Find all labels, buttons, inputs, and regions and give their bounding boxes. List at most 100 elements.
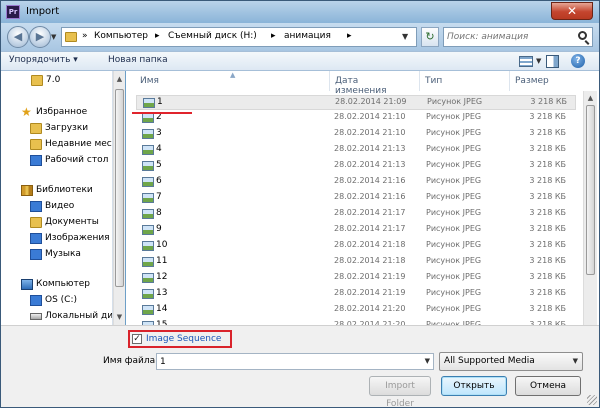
file-size: 3 218 КБ [529, 144, 566, 153]
nav-item-label: Компьютер [36, 279, 90, 289]
nav-item-label: Загрузки [45, 123, 89, 133]
file-date: 28.02.2014 21:10 [334, 128, 406, 137]
file-name: 7 [156, 192, 162, 202]
scroll-up-icon[interactable]: ▲ [585, 92, 596, 104]
nav-item-video[interactable]: Видео [1, 199, 112, 215]
file-name: 10 [156, 240, 168, 250]
file-row[interactable]: 2 28.02.2014 21:10 Рисунок JPEG 3 218 КБ [136, 111, 576, 126]
music-icon [30, 249, 42, 260]
nav-item-label: Музыка [45, 249, 81, 259]
nav-item-pictures[interactable]: Изображения [1, 231, 112, 247]
close-button[interactable]: ✕ [551, 2, 593, 20]
resize-grip-icon[interactable] [587, 395, 597, 405]
file-date: 28.02.2014 21:16 [334, 192, 406, 201]
column-divider[interactable] [509, 71, 510, 91]
file-row[interactable]: 12 28.02.2014 21:19 Рисунок JPEG 3 218 КБ [136, 271, 576, 286]
file-type: Рисунок JPEG [426, 176, 482, 185]
file-row[interactable]: 6 28.02.2014 21:16 Рисунок JPEG 3 218 КБ [136, 175, 576, 190]
nav-item-label: Видео [45, 201, 75, 211]
file-type: Рисунок JPEG [426, 128, 482, 137]
nav-item-favorites[interactable]: ★ Избранное [1, 105, 112, 121]
refresh-button[interactable]: ↻ [421, 27, 439, 47]
file-row[interactable]: 1 28.02.2014 21:09 Рисунок JPEG 3 218 КБ [136, 95, 576, 110]
recent-locations-dropdown[interactable]: ▼ [51, 33, 56, 41]
scroll-up-icon[interactable]: ▲ [114, 73, 125, 85]
file-type-filter[interactable]: All Supported Media ▼ [439, 352, 583, 371]
video-icon [30, 201, 42, 212]
os-drive-icon [30, 295, 42, 306]
scrollbar-thumb[interactable] [115, 89, 124, 287]
nav-item-7-0[interactable]: 7.0 [1, 73, 112, 89]
file-size: 3 218 КБ [529, 112, 566, 121]
file-row[interactable]: 8 28.02.2014 21:17 Рисунок JPEG 3 218 КБ [136, 207, 576, 222]
image-sequence-checkbox[interactable]: ✓ [132, 334, 142, 344]
breadcrumb-drive[interactable]: Съемный диск (H:) [168, 31, 257, 41]
forward-button[interactable]: ▶ [29, 26, 51, 48]
file-row[interactable]: 3 28.02.2014 21:10 Рисунок JPEG 3 218 КБ [136, 127, 576, 142]
open-button[interactable]: Открыть [441, 376, 507, 396]
view-dropdown-icon[interactable]: ▼ [536, 57, 541, 65]
nav-item-label: Рабочий стол [45, 155, 109, 165]
nav-item-computer[interactable]: Компьютер [1, 277, 112, 293]
breadcrumb-sep-icon[interactable]: » [82, 31, 88, 41]
nav-item-label: 7.0 [46, 75, 61, 85]
filename-dropdown-icon[interactable]: ▼ [425, 357, 430, 365]
file-name: 11 [156, 256, 168, 266]
nav-pane-scrollbar[interactable]: ▲ ▼ [113, 71, 125, 325]
cancel-button[interactable]: Отмена [515, 376, 581, 396]
nav-item-desktop[interactable]: Рабочий стол [1, 153, 112, 169]
back-button[interactable]: ◀ [7, 26, 29, 48]
column-divider[interactable] [329, 71, 330, 91]
column-label: Тип [425, 76, 443, 86]
address-bar[interactable]: » Компьютер ▸ Съемный диск (H:) ▸ анимац… [61, 27, 417, 47]
file-row[interactable]: 11 28.02.2014 21:18 Рисунок JPEG 3 218 КБ [136, 255, 576, 270]
nav-item-local-disk[interactable]: Локальный диск [1, 309, 112, 325]
file-date: 28.02.2014 21:17 [334, 224, 406, 233]
file-row[interactable]: 14 28.02.2014 21:20 Рисунок JPEG 3 218 КБ [136, 303, 576, 318]
scrollbar-thumb[interactable] [586, 105, 595, 275]
column-divider[interactable] [419, 71, 420, 91]
breadcrumb-folder[interactable]: анимация [284, 31, 331, 41]
pictures-icon [30, 233, 42, 244]
nav-item-label: Недавние места [45, 139, 112, 149]
image-sequence-label[interactable]: Image Sequence [146, 334, 221, 344]
image-sequence-highlight: ✓ Image Sequence [128, 330, 232, 348]
nav-item-music[interactable]: Музыка [1, 247, 112, 263]
breadcrumb-sep[interactable]: ▸ [347, 31, 352, 41]
file-date: 28.02.2014 21:17 [334, 208, 406, 217]
file-list-scrollbar[interactable]: ▲ [583, 91, 597, 325]
breadcrumb-computer[interactable]: Компьютер [94, 31, 148, 41]
search-box[interactable] [443, 27, 593, 47]
search-input[interactable] [447, 30, 571, 44]
file-row[interactable]: 10 28.02.2014 21:18 Рисунок JPEG 3 218 КБ [136, 239, 576, 254]
breadcrumb-sep[interactable]: ▸ [271, 31, 276, 41]
file-row[interactable]: 13 28.02.2014 21:19 Рисунок JPEG 3 218 КБ [136, 287, 576, 302]
filename-input[interactable] [160, 355, 410, 368]
address-dropdown-icon[interactable]: ▼ [402, 32, 408, 41]
file-date: 28.02.2014 21:10 [334, 112, 406, 121]
nav-item-documents[interactable]: Документы [1, 215, 112, 231]
import-folder-button[interactable]: Import Folder [369, 376, 431, 409]
scroll-down-icon[interactable]: ▼ [114, 311, 125, 323]
organize-menu[interactable]: Упорядочить ▾ [9, 55, 78, 65]
nav-item-libraries[interactable]: Библиотеки [1, 183, 112, 199]
nav-item-recent-places[interactable]: Недавние места [1, 137, 112, 153]
dialog-footer: ✓ Image Sequence Имя файла: ▼ All Suppor… [1, 325, 599, 409]
new-folder-button[interactable]: Новая папка [108, 55, 168, 65]
jpeg-file-icon [142, 177, 154, 187]
file-type: Рисунок JPEG [426, 192, 482, 201]
nav-item-os-c[interactable]: OS (C:) [1, 293, 112, 309]
title-bar[interactable]: Pr Import ✕ [1, 1, 599, 23]
file-row[interactable]: 4 28.02.2014 21:13 Рисунок JPEG 3 218 КБ [136, 143, 576, 158]
help-icon[interactable]: ? [571, 54, 585, 68]
preview-pane-icon[interactable] [546, 55, 559, 68]
file-row[interactable]: 9 28.02.2014 21:17 Рисунок JPEG 3 218 КБ [136, 223, 576, 238]
view-options-icon[interactable] [519, 56, 533, 67]
file-row[interactable]: 5 28.02.2014 21:13 Рисунок JPEG 3 218 КБ [136, 159, 576, 174]
filename-field[interactable]: ▼ [156, 353, 434, 370]
nav-item-downloads[interactable]: Загрузки [1, 121, 112, 137]
file-row[interactable]: 7 28.02.2014 21:16 Рисунок JPEG 3 218 КБ [136, 191, 576, 206]
breadcrumb-sep[interactable]: ▸ [155, 31, 160, 41]
file-size: 3 218 КБ [529, 192, 566, 201]
file-type: Рисунок JPEG [426, 240, 482, 249]
